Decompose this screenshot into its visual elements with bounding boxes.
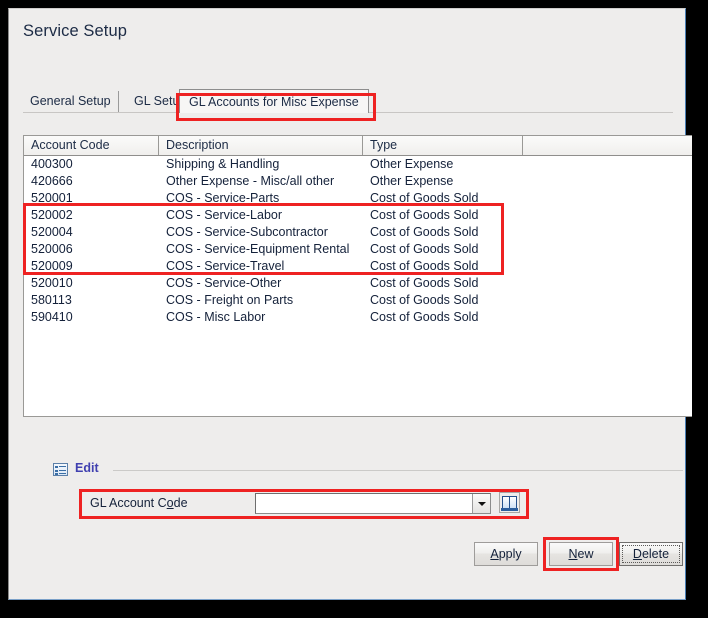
cell-blank [523,275,692,292]
cell-description: COS - Service-Other [166,276,282,290]
cell-description: Other Expense - Misc/all other [166,174,335,188]
cell-account-code: 520004 [31,225,73,239]
edit-group-separator [113,470,683,471]
cell-description: COS - Service-Parts [166,191,280,205]
table-row[interactable]: 520004 COS - Service-Subcontractor Cost … [24,224,692,241]
cell-account-code: 420666 [31,174,73,188]
table-row[interactable]: 520009 COS - Service-Travel Cost of Good… [24,258,692,275]
table-row[interactable]: 520002 COS - Service-Labor Cost of Goods… [24,207,692,224]
cell-description: COS - Service-Labor [166,208,283,222]
cell-type: Cost of Goods Sold [370,242,479,256]
column-header-description[interactable]: Description [159,136,363,155]
delete-button[interactable]: Delete [619,542,683,566]
cell-description: COS - Service-Travel [166,259,285,273]
cell-account-code: 400300 [31,157,73,171]
cell-description: COS - Service-Equipment Rental [166,242,350,256]
cell-type: Cost of Goods Sold [370,293,479,307]
form-list-icon [53,463,68,476]
cell-account-code: 520001 [31,191,73,205]
cell-account-code: 580113 [31,293,72,307]
gl-account-code-input[interactable] [256,494,472,513]
cell-account-code: 520009 [31,259,73,273]
column-header-blank[interactable] [523,136,692,155]
chevron-down-icon[interactable] [472,494,490,513]
gl-account-code-combobox[interactable] [255,493,491,514]
column-header-type[interactable]: Type [363,136,523,155]
column-header-account-code[interactable]: Account Code [24,136,159,155]
cell-type: Cost of Goods Sold [370,208,479,222]
cell-account-code: 520010 [31,276,73,290]
cell-description: COS - Misc Labor [166,310,266,324]
table-row[interactable]: 520010 COS - Service-Other Cost of Goods… [24,275,692,292]
window-title-bar: Service Setup [9,9,685,69]
cell-blank [523,190,692,207]
cell-type: Other Expense [370,174,454,188]
service-setup-window: Service Setup General Setup GL Setup GL … [8,8,692,600]
tab-general-setup[interactable]: General Setup [23,91,119,112]
tab-strip: General Setup GL Setup GL Accounts for M… [23,89,673,113]
cell-type: Cost of Goods Sold [370,276,479,290]
cell-type: Cost of Goods Sold [370,191,479,205]
book-lookup-icon[interactable] [499,492,520,513]
cell-account-code: 590410 [31,310,73,324]
table-row[interactable]: 590410 COS - Misc Labor Cost of Goods So… [24,309,692,326]
cell-blank [523,258,692,275]
cell-account-code: 520002 [31,208,73,222]
cell-type: Cost of Goods Sold [370,310,479,324]
table-row[interactable]: 520001 COS - Service-Parts Cost of Goods… [24,190,692,207]
grid-header-row: Account Code Description Type [24,136,692,156]
cell-account-code: 520006 [31,242,73,256]
cell-type: Other Expense [370,157,454,171]
new-button[interactable]: New [549,542,613,566]
cell-blank [523,156,692,173]
cell-type: Cost of Goods Sold [370,225,479,239]
edit-group-header: Edit [53,461,683,481]
table-row[interactable]: 400300 Shipping & Handling Other Expense [24,156,692,173]
gl-accounts-grid[interactable]: Account Code Description Type 400300 Shi… [23,135,692,417]
edit-group-label: Edit [75,461,99,475]
apply-button[interactable]: Apply [474,542,538,566]
cell-description: COS - Freight on Parts [166,293,294,307]
gl-account-code-label: GL Account Code [90,496,188,510]
tab-gl-accounts-for-misc-expense[interactable]: GL Accounts for Misc Expense [179,89,369,113]
cell-blank [523,292,692,309]
cell-description: Shipping & Handling [166,157,280,171]
page-title: Service Setup [23,22,128,40]
cell-blank [523,207,692,224]
cell-blank [523,309,692,326]
cell-blank [523,224,692,241]
gl-account-code-field-row: GL Account Code [79,489,529,519]
cell-blank [523,241,692,258]
cell-description: COS - Service-Subcontractor [166,225,328,239]
cell-blank [523,173,692,190]
table-row[interactable]: 420666 Other Expense - Misc/all other Ot… [24,173,692,190]
table-row[interactable]: 580113 COS - Freight on Parts Cost of Go… [24,292,692,309]
grid-body: 400300 Shipping & Handling Other Expense… [24,156,692,326]
table-row[interactable]: 520006 COS - Service-Equipment Rental Co… [24,241,692,258]
cell-type: Cost of Goods Sold [370,259,479,273]
